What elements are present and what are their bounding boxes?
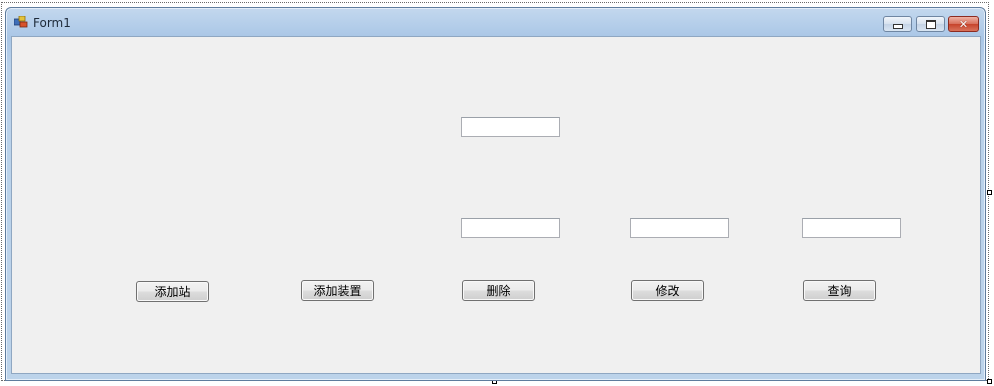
add-device-button[interactable]: 添加装置 <box>301 280 374 301</box>
textbox-2[interactable] <box>461 218 560 238</box>
maximize-button[interactable] <box>916 16 945 32</box>
minimize-button[interactable] <box>883 16 912 32</box>
window-title: Form1 <box>33 16 71 30</box>
minimize-icon <box>892 24 903 29</box>
add-station-button[interactable]: 添加站 <box>136 281 209 302</box>
form-window: Form1 ✕ 添加站 添加装置 删除 修改 查询 <box>5 7 986 381</box>
close-icon: ✕ <box>958 17 969 31</box>
textbox-1[interactable] <box>461 117 560 137</box>
query-button[interactable]: 查询 <box>803 280 876 301</box>
form-app-icon <box>14 16 28 28</box>
textbox-3[interactable] <box>630 218 729 238</box>
maximize-icon <box>925 19 936 29</box>
textbox-4[interactable] <box>802 218 901 238</box>
delete-button[interactable]: 删除 <box>462 280 535 301</box>
form-client-area: 添加站 添加装置 删除 修改 查询 <box>11 36 981 374</box>
close-button[interactable]: ✕ <box>948 16 979 32</box>
modify-button[interactable]: 修改 <box>631 280 704 301</box>
resize-grip-right[interactable] <box>987 190 992 195</box>
title-bar[interactable]: Form1 ✕ <box>6 8 985 36</box>
resize-grip-corner[interactable] <box>987 379 992 384</box>
